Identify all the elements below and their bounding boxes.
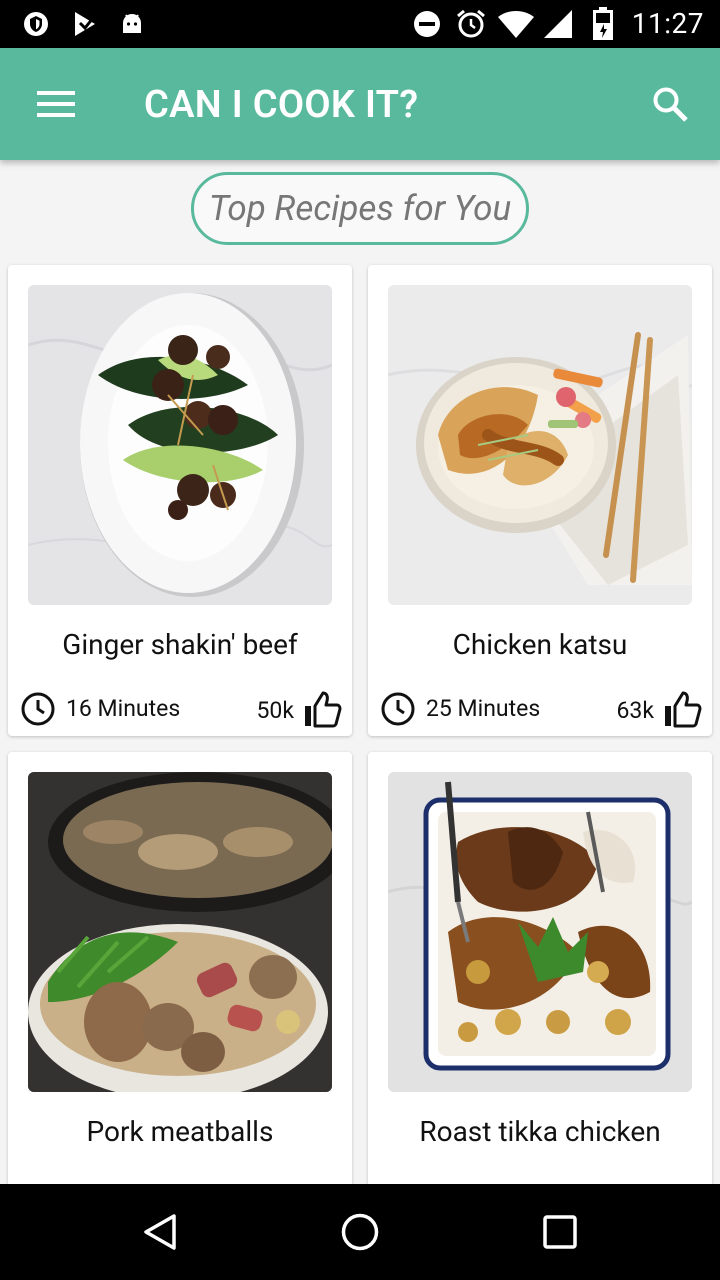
recipe-time: 16 Minutes [66,695,181,722]
section-header-label: Top Recipes for You [208,188,512,229]
recipe-title: Chicken katsu [452,628,628,661]
navigation-bar [0,1184,720,1280]
android-icon [118,8,146,40]
recipe-image [388,285,692,605]
recipe-meta: 16 Minutes 50k [8,689,352,729]
home-icon[interactable] [336,1208,384,1256]
thumbs-up-icon[interactable] [662,689,702,729]
recipe-image [28,772,332,1092]
app-title: CAN I COOK IT? [144,83,419,127]
battery-icon [590,7,616,40]
clock-icon [21,692,55,726]
recents-icon[interactable] [536,1208,584,1256]
back-icon[interactable] [136,1208,184,1256]
wifi-icon [496,8,536,40]
shield-icon [22,8,50,40]
menu-icon[interactable] [26,78,86,130]
recipe-time: 25 Minutes [426,695,541,722]
thumbs-up-icon[interactable] [302,689,342,729]
recipe-card-chicken-katsu[interactable]: Chicken katsu 25 Minutes 63k [368,265,712,736]
play-store-icon [70,8,100,40]
recipe-meta: 25 Minutes 63k [368,689,712,729]
recipe-card-roast-tikka-chicken[interactable]: Roast tikka chicken [368,752,712,1223]
search-icon[interactable] [640,78,700,130]
clock-icon [381,692,415,726]
app-bar: CAN I COOK IT? [0,48,720,160]
recipe-title: Ginger shakin' beef [62,628,298,661]
clock-time: 11:27 [631,7,704,40]
do-not-disturb-icon [411,8,443,40]
recipe-likes-count: 63k [616,697,654,724]
status-bar: 11:27 [0,0,720,48]
recipe-title: Pork meatballs [86,1115,274,1148]
recipe-likes-count: 50k [256,697,294,724]
recipe-card-pork-meatballs[interactable]: Pork meatballs [8,752,352,1223]
recipe-image [28,285,332,605]
section-header-pill: Top Recipes for You [191,172,529,245]
recipe-card-ginger-shakin-beef[interactable]: Ginger shakin' beef 16 Minutes 50k [8,265,352,736]
cellular-signal-icon [542,8,574,40]
alarm-icon [454,8,488,40]
recipe-image [388,772,692,1092]
recipe-title: Roast tikka chicken [419,1115,661,1148]
